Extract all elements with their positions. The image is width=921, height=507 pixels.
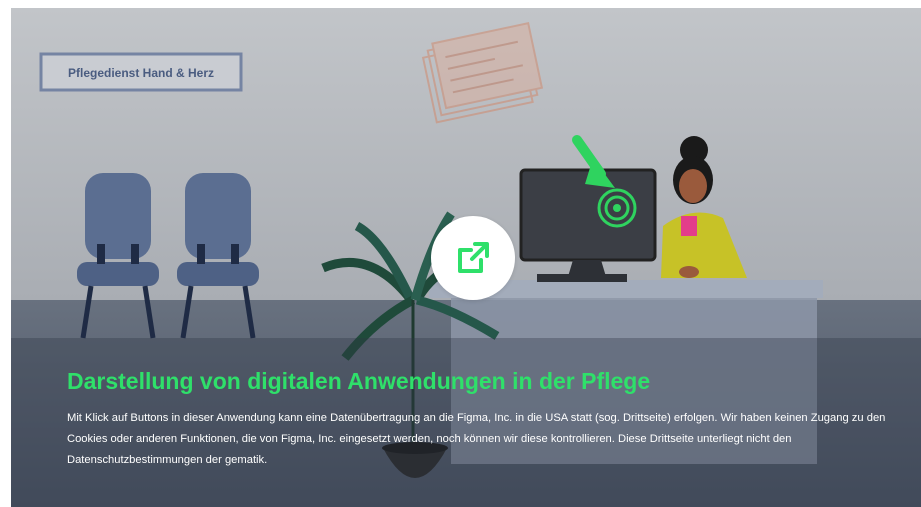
media-frame: Pflegedienst Hand & Herz Darstellung von… <box>11 8 921 507</box>
sign-label: Pflegedienst Hand & Herz <box>68 66 214 80</box>
clinic-sign: Pflegedienst Hand & Herz <box>39 52 243 92</box>
caption-block: Darstellung von digitalen Anwendungen in… <box>67 366 907 471</box>
open-external-button[interactable] <box>431 216 515 300</box>
external-link-icon <box>458 242 489 273</box>
headline: Darstellung von digitalen Anwendungen in… <box>67 368 651 394</box>
third-party-disclaimer: Mit Klick auf Buttons in dieser Anwendun… <box>67 412 886 466</box>
